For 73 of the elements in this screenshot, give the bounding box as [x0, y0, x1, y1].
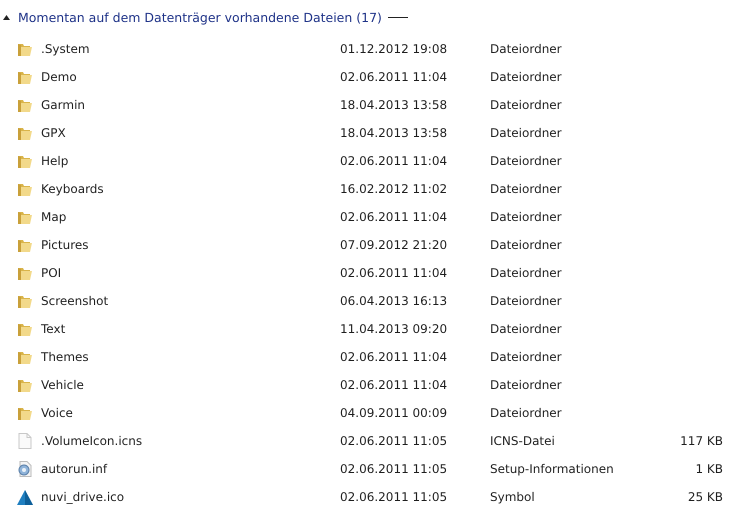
modified-date: 02.06.2011 11:04 [340, 350, 448, 364]
file-size: 25 KB [686, 490, 723, 504]
group-title: Momentan auf dem Datenträger vorhandene Dateien (17) [18, 10, 382, 25]
file-type: Dateiordner [490, 350, 563, 364]
folder-icon [17, 125, 33, 141]
modified-date: 02.06.2011 11:05 [340, 490, 448, 504]
folder-icon [17, 321, 33, 337]
modified-date: 02.06.2011 11:04 [340, 70, 448, 84]
file-type: Setup-Informationen [490, 462, 615, 476]
file-name[interactable]: .VolumeIcon.icns [41, 434, 142, 448]
file-type: ICNS-Datei [490, 434, 556, 448]
file-type: Dateiordner [490, 42, 563, 56]
file-type: Dateiordner [490, 210, 563, 224]
modified-date: 02.06.2011 11:04 [340, 154, 448, 168]
folder-icon [17, 69, 33, 85]
file-type: Dateiordner [490, 406, 563, 420]
file-size: 117 KB [679, 434, 723, 448]
modified-date: 02.06.2011 11:04 [340, 378, 448, 392]
modified-date: 11.04.2013 09:20 [340, 322, 448, 336]
file-name[interactable]: nuvi_drive.ico [41, 490, 124, 504]
folder-icon [17, 97, 33, 113]
modified-date: 02.06.2011 11:04 [340, 210, 448, 224]
triangle-icon [17, 490, 33, 504]
file-name[interactable]: Themes [41, 350, 89, 364]
file-name[interactable]: Keyboards [41, 182, 104, 196]
folder-icon [17, 377, 33, 393]
folder-icon [17, 181, 33, 197]
file-name[interactable]: Garmin [41, 98, 86, 112]
file-type: Dateiordner [490, 154, 563, 168]
folder-icon [17, 41, 33, 57]
modified-date: 04.09.2011 00:09 [340, 406, 448, 420]
modified-date: 06.04.2013 16:13 [340, 294, 448, 308]
modified-date: 02.06.2011 11:04 [340, 266, 448, 280]
folder-icon [17, 153, 33, 169]
modified-date: 02.06.2011 11:05 [340, 462, 448, 476]
folder-icon [17, 265, 33, 281]
file-type: Dateiordner [490, 378, 563, 392]
file-type: Dateiordner [490, 182, 563, 196]
file-icon [17, 433, 33, 449]
modified-date: 07.09.2012 21:20 [340, 238, 448, 252]
file-name[interactable]: Help [41, 154, 68, 168]
file-name[interactable]: Map [41, 210, 66, 224]
file-name[interactable]: Demo [41, 70, 77, 84]
file-type: Symbol [490, 490, 536, 504]
settings-file-icon [17, 461, 33, 477]
file-type: Dateiordner [490, 238, 563, 252]
modified-date: 16.02.2012 11:02 [340, 182, 448, 196]
file-type: Dateiordner [490, 98, 563, 112]
modified-date: 18.04.2013 13:58 [340, 98, 448, 112]
folder-icon [17, 349, 33, 365]
file-size: 1 KB [694, 462, 723, 476]
file-name[interactable]: POI [41, 266, 62, 280]
file-name[interactable]: Vehicle [41, 378, 84, 392]
folder-icon [17, 405, 33, 421]
file-type: Dateiordner [490, 266, 563, 280]
file-name[interactable]: Voice [41, 406, 73, 420]
folder-icon [17, 209, 33, 225]
file-type: Dateiordner [490, 70, 563, 84]
modified-date: 02.06.2011 11:05 [340, 434, 448, 448]
folder-icon [17, 293, 33, 309]
file-name[interactable]: Screenshot [41, 294, 108, 308]
file-name[interactable]: Pictures [41, 238, 89, 252]
file-name[interactable]: Text [41, 322, 66, 336]
file-name[interactable]: .System [41, 42, 90, 56]
file-name[interactable]: GPX [41, 126, 66, 140]
collapse-icon[interactable] [3, 15, 10, 20]
modified-date: 18.04.2013 13:58 [340, 126, 448, 140]
file-type: Dateiordner [490, 126, 563, 140]
file-type: Dateiordner [490, 294, 563, 308]
modified-date: 01.12.2012 19:08 [340, 42, 448, 56]
file-type: Dateiordner [490, 322, 563, 336]
file-name[interactable]: autorun.inf [41, 462, 108, 476]
folder-icon [17, 237, 33, 253]
